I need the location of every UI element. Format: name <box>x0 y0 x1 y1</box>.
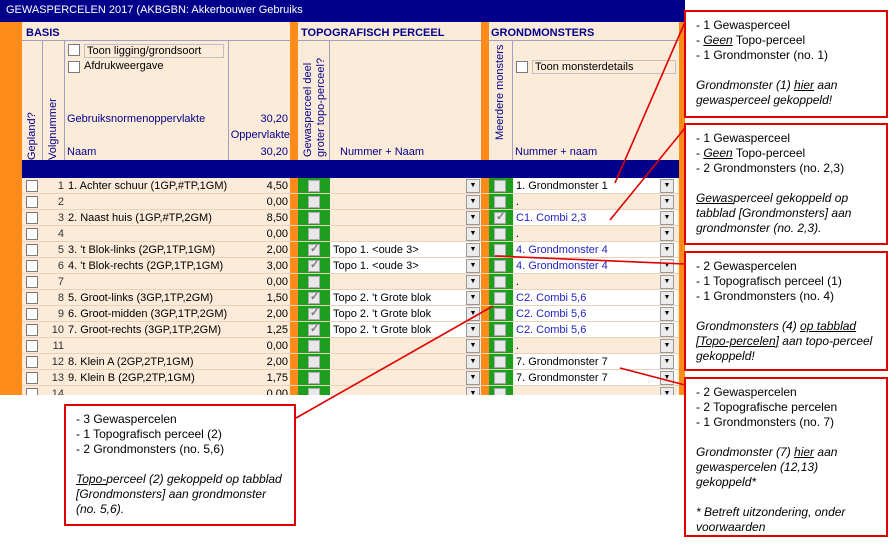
ann3-line1: - 2 Gewaspercelen <box>696 259 797 273</box>
connector-line-5 <box>295 305 494 419</box>
ann2-p1: Gewas <box>696 191 734 205</box>
ann1-para: Grondmonster (1) hier aan gewasperceel g… <box>696 78 876 108</box>
ann3-line2: - 1 Topografisch perceel (1) <box>696 274 842 288</box>
ann4-p2: hier <box>794 445 815 459</box>
ann1-p2: hier <box>794 78 815 92</box>
connector-line-1 <box>614 21 686 184</box>
ann1-line2b: Geen <box>703 33 733 47</box>
annotation-3: - 2 Gewaspercelen - 1 Topografisch perce… <box>684 251 888 371</box>
ann4-para: Grondmonster (7) hier aan gewaspercelen … <box>696 445 876 490</box>
ann2-line1: - 1 Gewasperceel <box>696 131 791 145</box>
ann1-line2c: Topo-perceel <box>732 33 806 47</box>
annotation-5: - 3 Gewaspercelen - 1 Topografisch perce… <box>64 404 296 526</box>
ann4-line3: - 1 Grondmonsters (no. 7) <box>696 415 835 429</box>
ann3-para: Grondmonsters (4) op tabblad [Topo-perce… <box>696 319 876 364</box>
ann4-footnote: * Betreft uitzondering, onder voorwaarde… <box>696 505 846 534</box>
ann5-line2: - 1 Topografisch perceel (2) <box>76 427 222 441</box>
ann3-p1: Grondmonsters (4) <box>696 319 801 333</box>
ann5-p2: perceel (2) gekoppeld op tabblad [Grondm… <box>76 472 282 516</box>
ann5-line3: - 2 Grondmonsters (no. 5,6) <box>76 442 225 456</box>
ann4-line1: - 2 Gewaspercelen <box>696 385 797 399</box>
ann3-line3: - 1 Grondmonsters (no. 4) <box>696 289 835 303</box>
ann5-para: Topo-perceel (2) gekoppeld op tabblad [G… <box>76 472 284 517</box>
ann1-p1: Grondmonster (1) <box>696 78 795 92</box>
ann2-para: Gewasperceel gekoppeld op tabblad [Grond… <box>696 191 876 236</box>
ann5-p1: Topo- <box>76 472 107 486</box>
ann1-line1: - 1 Gewasperceel <box>696 18 791 32</box>
ann1-line2: - Geen Topo-perceel <box>696 33 876 48</box>
connector-line-2 <box>609 127 686 221</box>
ann4-p1: Grondmonster (7) <box>696 445 795 459</box>
connector-line-3 <box>494 255 686 265</box>
ann2-line2c: Topo-perceel <box>732 146 806 160</box>
annotation-1: - 1 Gewasperceel - Geen Topo-perceel - 1… <box>684 10 888 118</box>
annotation-4: - 2 Gewaspercelen - 2 Topografische perc… <box>684 377 888 537</box>
connector-line-4 <box>619 367 686 386</box>
ann1-line3: - 1 Grondmonster (no. 1) <box>696 48 829 62</box>
ann4-line2: - 2 Topografische percelen <box>696 400 838 414</box>
annotation-2: - 1 Gewasperceel - Geen Topo-perceel - 2… <box>684 123 888 245</box>
ann5-line1: - 3 Gewaspercelen <box>76 412 177 426</box>
ann2-line2: - Geen Topo-perceel <box>696 146 876 161</box>
ann2-line3: - 2 Grondmonsters (no. 2,3) <box>696 161 845 175</box>
ann2-line2b: Geen <box>703 146 733 160</box>
